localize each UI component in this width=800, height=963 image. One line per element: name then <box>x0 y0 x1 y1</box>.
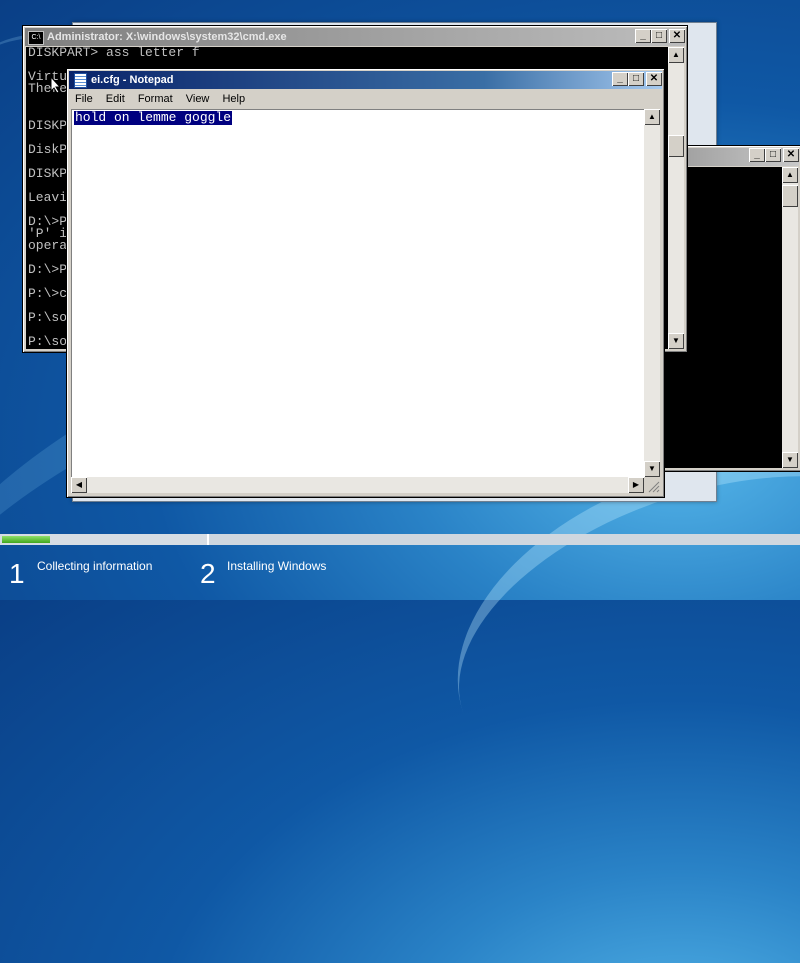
menu-bar: File Edit Format View Help <box>70 90 661 108</box>
step-label: Collecting information <box>37 559 153 573</box>
console-line: P:\so <box>28 310 68 325</box>
scroll-up-arrow-icon[interactable]: ▲ <box>644 109 660 125</box>
notepad-icon <box>74 73 87 88</box>
console-line: DISKP <box>28 166 68 181</box>
maximize-button[interactable]: □ <box>765 148 781 162</box>
window-controls: _ □ ✕ <box>635 29 685 43</box>
console-line: DISKPART> ass letter f <box>28 47 200 60</box>
selected-text[interactable]: hold on lemme goggle <box>74 111 233 125</box>
cmd-titlebar[interactable]: C:\ Administrator: X:\windows\system32\cm… <box>25 28 685 46</box>
vertical-scrollbar[interactable]: ▲ ▼ <box>668 47 684 349</box>
minimize-button[interactable]: _ <box>612 72 628 86</box>
step-number: 2 <box>200 558 216 589</box>
menu-view[interactable]: View <box>186 93 210 105</box>
scroll-down-arrow-icon[interactable]: ▼ <box>782 452 798 468</box>
vertical-scrollbar[interactable]: ▲ ▼ <box>644 109 660 477</box>
console-line: D:\>P <box>28 262 68 277</box>
horizontal-scrollbar[interactable]: ◀ ▶ <box>71 477 644 493</box>
console-line: opera <box>28 238 68 253</box>
setup-progress-bar <box>0 534 800 545</box>
maximize-button[interactable]: □ <box>651 29 667 43</box>
console-line: DiskP <box>28 142 68 157</box>
scroll-thumb[interactable] <box>782 185 798 207</box>
scroll-down-arrow-icon[interactable]: ▼ <box>644 461 660 477</box>
step-number: 1 <box>9 558 25 589</box>
cmd-title: Administrator: X:\windows\system32\cmd.e… <box>47 31 287 43</box>
progress-segment-collecting <box>0 534 209 545</box>
scroll-up-arrow-icon[interactable]: ▲ <box>668 47 684 63</box>
menu-help[interactable]: Help <box>222 93 245 105</box>
notepad-titlebar[interactable]: ei.cfg - Notepad <box>69 71 662 89</box>
menu-format[interactable]: Format <box>138 93 173 105</box>
minimize-button[interactable]: _ <box>749 148 765 162</box>
scroll-left-arrow-icon[interactable]: ◀ <box>71 477 87 493</box>
close-button[interactable]: ✕ <box>783 148 799 162</box>
scroll-up-arrow-icon[interactable]: ▲ <box>782 167 798 183</box>
resize-grip-icon[interactable] <box>644 477 660 493</box>
scroll-right-arrow-icon[interactable]: ▶ <box>628 477 644 493</box>
menu-edit[interactable]: Edit <box>106 93 125 105</box>
close-button[interactable]: ✕ <box>669 29 685 43</box>
console-line: P:\so <box>28 334 68 349</box>
text-editor[interactable]: hold on lemme goggle <box>71 109 644 477</box>
progress-fill <box>2 536 50 543</box>
window-controls: _ □ ✕ <box>612 72 662 86</box>
close-button[interactable]: ✕ <box>646 72 662 86</box>
notepad-title: ei.cfg - Notepad <box>91 74 174 86</box>
console-line: P:\>c <box>28 286 68 301</box>
maximize-button[interactable]: □ <box>628 72 644 86</box>
mouse-pointer-icon <box>50 76 62 94</box>
cmd-icon: C:\ <box>28 31 44 45</box>
notepad-window[interactable]: ei.cfg - Notepad _ □ ✕ File Edit Format … <box>66 68 665 498</box>
console-line: Leavi <box>28 190 68 205</box>
scroll-thumb[interactable] <box>668 135 684 157</box>
step-label: Installing Windows <box>227 559 327 573</box>
scroll-down-arrow-icon[interactable]: ▼ <box>668 333 684 349</box>
vertical-scrollbar[interactable]: ▲ ▼ <box>782 167 798 468</box>
console-line: DISKP <box>28 118 68 133</box>
minimize-button[interactable]: _ <box>635 29 651 43</box>
menu-file[interactable]: File <box>75 93 93 105</box>
window-controls: _ □ ✕ <box>749 148 799 162</box>
